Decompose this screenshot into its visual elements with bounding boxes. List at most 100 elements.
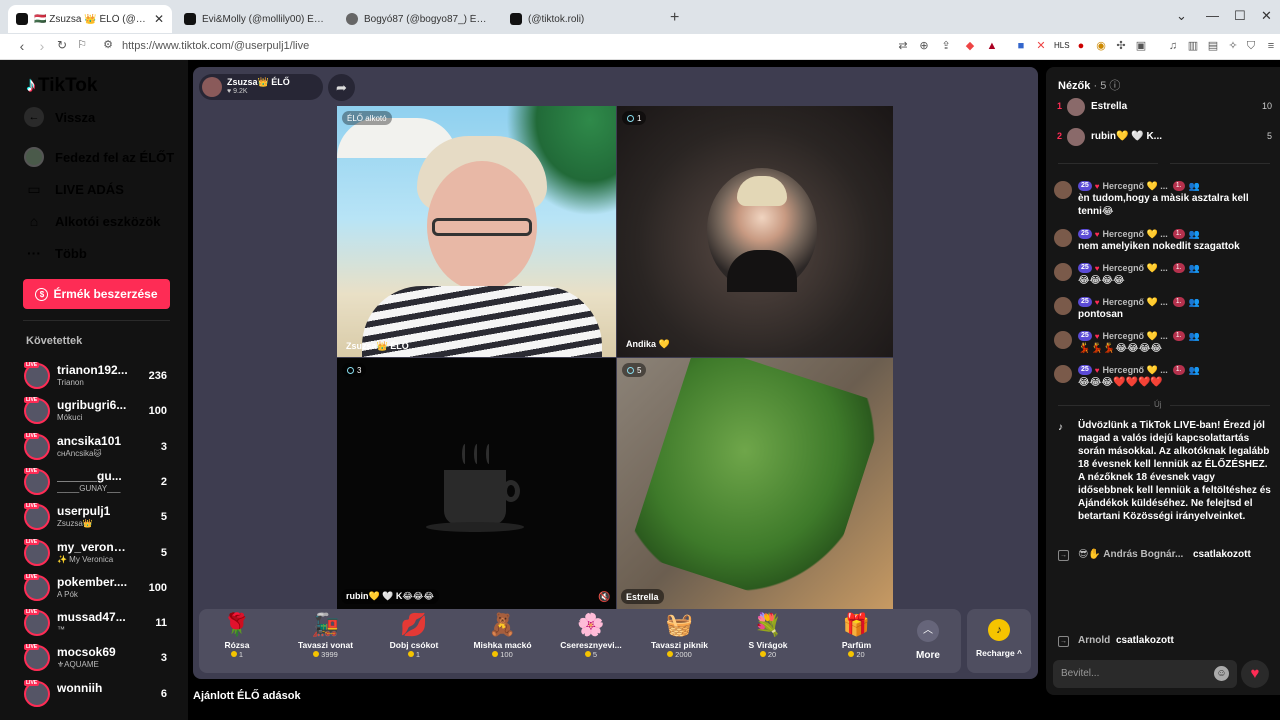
back-arrow-icon[interactable]: ‹ <box>14 38 30 54</box>
sparkle-icon[interactable]: ✧ <box>1226 39 1240 53</box>
minimize-icon[interactable]: — <box>1206 8 1219 23</box>
forward-arrow-icon[interactable]: › <box>34 38 50 54</box>
avatar[interactable] <box>202 77 222 97</box>
share-button[interactable]: ➦ <box>328 74 355 101</box>
message-username[interactable]: Hercegnő 💛 ... <box>1103 263 1168 274</box>
sidebar-item-more[interactable]: ··· Több <box>24 243 87 263</box>
music-icon[interactable]: ♫ <box>1166 39 1180 53</box>
new-tab-icon[interactable]: + <box>670 9 679 27</box>
following-item[interactable]: LIVE mocsok69 ⚜AQUAME 3 <box>24 643 174 675</box>
gift-item[interactable]: 🌹 Rózsa 1 <box>197 612 277 670</box>
message-username[interactable]: Hercegnő 💛 ... <box>1103 229 1168 240</box>
following-item[interactable]: LIVE trianon192... Trianon 236 <box>24 361 174 393</box>
viewer-rank-row[interactable]: 1 Estrella 10 <box>1056 97 1272 117</box>
maximize-icon[interactable]: ☐ <box>1234 8 1246 24</box>
tab-icon[interactable]: ▣ <box>1134 39 1148 53</box>
avatar[interactable] <box>1054 297 1072 315</box>
sidebar-item-explore-live[interactable]: Fedezd fel az ÉLŐT <box>24 147 174 167</box>
message-username[interactable]: Hercegnő 💛 ... <box>1103 181 1168 192</box>
sidebar-item-creator-tools[interactable]: ⌂ Alkotói eszközök <box>24 211 161 231</box>
avatar[interactable] <box>1054 181 1072 199</box>
vpn-shield-icon[interactable]: ⛉ <box>1244 39 1258 53</box>
message-username[interactable]: Hercegnő 💛 ... <box>1103 297 1168 308</box>
host-info[interactable]: Zsuzsa👑 ÉLŐ ♥ 9.2K <box>199 74 323 100</box>
triangle-extension-icon[interactable]: ▲ <box>985 39 999 53</box>
gift-item[interactable]: 🧸 Mishka mackó 100 <box>463 612 543 670</box>
chat-input[interactable]: Bevitel... ☺ <box>1053 660 1237 688</box>
translate-icon[interactable]: ⇄ <box>896 39 910 53</box>
gift-item[interactable]: 💋 Dobj csókot 1 <box>374 612 454 670</box>
viewer-rank-row[interactable]: 2 rubin💛 🤍 K... 5 <box>1056 127 1272 147</box>
following-item[interactable]: LIVE my_veronic... ✨ My Veronica 5 <box>24 538 174 570</box>
sidebar-item-live[interactable]: ▭ LIVE ADÁS <box>24 179 123 199</box>
avatar[interactable] <box>1054 365 1072 383</box>
info-icon[interactable]: ⓘ <box>1109 80 1120 92</box>
browser-tab-2[interactable]: Évi&Molly (@mollily00) ÉLŐ adása <box>176 5 336 33</box>
viewers-header[interactable]: Nézők · 5 ⓘ <box>1058 77 1120 93</box>
following-item[interactable]: LIVE wonniih 6 <box>24 679 174 711</box>
video-tile-host[interactable]: ÉLŐ alkotó Zsuzsa👑 ÉLŐ <box>337 106 616 357</box>
extension-icon[interactable]: ✕ <box>1034 39 1048 53</box>
gift-item[interactable]: 🧺 Tavaszi piknik 2000 <box>640 612 720 670</box>
browser-tab-4[interactable]: (@tiktok.roli) <box>502 5 662 33</box>
following-item[interactable]: LIVE pokember.... A Pók 100 <box>24 573 174 605</box>
avatar[interactable]: LIVE <box>24 538 50 566</box>
more-gifts-button[interactable]: ︿ More <box>913 620 943 661</box>
avatar[interactable]: LIVE <box>24 573 50 601</box>
avatar[interactable] <box>1067 98 1085 116</box>
zoom-icon[interactable]: ⊕ <box>917 39 931 53</box>
extension-icon[interactable]: ● <box>1074 39 1088 53</box>
video-tile-guest-3[interactable]: 3 rubin💛 🤍 K😂😂😂 <box>337 358 616 609</box>
avatar[interactable]: LIVE <box>24 397 50 425</box>
message-username[interactable]: Hercegnő 💛 ... <box>1103 331 1168 342</box>
avatar[interactable]: LIVE <box>24 679 50 707</box>
browser-tab-1[interactable]: 🇭🇺 Zsuzsa 👑 ÉLŐ (@userpulj1) ÉLŐ adása ✕ <box>8 5 172 33</box>
message-username[interactable]: Hercegnő 💛 ... <box>1103 365 1168 376</box>
following-item[interactable]: LIVE mussad47... ™ 11 <box>24 608 174 640</box>
emoji-icon[interactable]: ☺ <box>1214 666 1229 681</box>
following-item[interactable]: LIVE ancsika101 снAncsika🐱 3 <box>24 432 174 464</box>
recharge-button[interactable]: ♪ Recharge ^ <box>967 609 1031 673</box>
tiktok-logo[interactable]: ♪ TikTok <box>26 74 97 97</box>
joined-user[interactable]: 😎✋ András Bognár... <box>1078 549 1183 560</box>
avatar[interactable]: LIVE <box>24 362 50 389</box>
extension-icon[interactable]: ◉ <box>1094 39 1108 53</box>
avatar[interactable] <box>1067 128 1085 146</box>
wallet-icon[interactable]: ▤ <box>1206 39 1220 53</box>
close-window-icon[interactable]: ✕ <box>1261 8 1272 24</box>
tab-search-icon[interactable]: ⌄ <box>1176 8 1187 24</box>
following-item[interactable]: LIVE ugribugri6... Mókuci 100 <box>24 396 174 428</box>
gift-item[interactable]: 🎁 Parfüm 20 <box>817 612 897 670</box>
puzzle-icon[interactable]: ✣ <box>1114 39 1128 53</box>
avatar[interactable]: LIVE <box>24 432 50 460</box>
sidebar-icon[interactable]: ▥ <box>1186 39 1200 53</box>
avatar[interactable] <box>1054 331 1072 349</box>
avatar[interactable]: LIVE <box>24 644 50 672</box>
extension-icon[interactable]: ■ <box>1014 39 1028 53</box>
site-settings-icon[interactable]: ⚙ <box>100 38 116 51</box>
share-icon[interactable]: ⇪ <box>939 39 953 53</box>
gift-item[interactable]: 🌸 Cseresznyevi... 5 <box>551 612 631 670</box>
browser-tab-3[interactable]: Bogyó87 (@bogyo87_) ÉLŐ adása <box>338 5 498 33</box>
gift-item[interactable]: 💐 S Virágok 20 <box>728 612 808 670</box>
following-item[interactable]: LIVE userpulj1 Zsuzsa👑 5 <box>24 502 174 534</box>
close-icon[interactable]: ✕ <box>154 12 164 26</box>
avatar[interactable]: LIVE <box>24 609 50 637</box>
back-link[interactable]: ← Vissza <box>24 107 95 127</box>
url-field[interactable]: https://www.tiktok.com/@userpulj1/live <box>122 40 309 52</box>
bookmark-icon[interactable]: ⚐ <box>74 38 90 51</box>
avatar[interactable]: LIVE <box>24 503 50 531</box>
menu-icon[interactable]: ≡ <box>1264 39 1278 53</box>
avatar[interactable] <box>1054 229 1072 247</box>
reload-icon[interactable]: ↻ <box>54 38 70 52</box>
shield-icon[interactable]: ◆ <box>963 39 977 53</box>
avatar[interactable] <box>1054 263 1072 281</box>
gift-item[interactable]: 🚂 Tavaszi vonat 3999 <box>286 612 366 670</box>
get-coins-button[interactable]: $ Érmék beszerzése <box>23 279 170 309</box>
video-tile-guest-1[interactable]: 1 Andika 💛 <box>617 106 893 357</box>
like-button[interactable]: ♥ <box>1241 660 1269 688</box>
joined-user[interactable]: Arnold <box>1078 635 1110 646</box>
following-item[interactable]: LIVE ______gu... _____GUNAY___ 2 <box>24 467 174 499</box>
avatar[interactable]: LIVE <box>24 467 50 495</box>
video-tile-guest-5[interactable]: 5 Estrella <box>617 358 893 609</box>
